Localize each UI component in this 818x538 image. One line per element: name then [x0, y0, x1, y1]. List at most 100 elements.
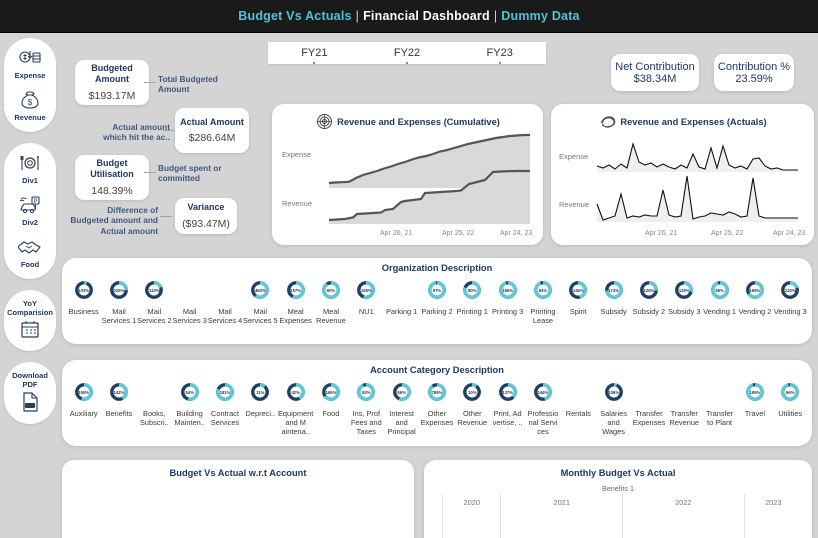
kpi-card-budgeted-amount[interactable]: Budgeted Amount $193.17M [75, 60, 149, 105]
gauge-ring: 129% [674, 280, 694, 300]
year-axis: 2020 2021 2022 2023 [442, 494, 802, 538]
organization-gauge-item[interactable]: 460% Mail Services 5 [243, 280, 278, 326]
account-category-gauge-item[interactable]: 165% Food [313, 382, 348, 437]
organization-gauge-item[interactable]: Mail Services 4 [207, 280, 243, 326]
account-category-gauge-item[interactable]: 54% Building Mainten.. [172, 382, 207, 437]
tab-fy22[interactable]: FY22 [361, 47, 454, 64]
gauge-percent: 460% [254, 287, 266, 293]
gauge-percent: 120% [784, 287, 796, 293]
sidebar-item-div2[interactable]: P Div2 [7, 193, 53, 228]
organization-gauge-item[interactable]: 80% Printing 1 [455, 280, 490, 326]
gauge-ring: 96% [780, 382, 800, 402]
organization-gauge-item[interactable]: 129% Subsidy 3 [667, 280, 702, 326]
kpi-card-budget-utilisation[interactable]: Budget Utilisation 148.39% [75, 155, 149, 200]
organization-gauge-item[interactable]: 146% Spirit [561, 280, 596, 326]
dining-plate-icon [17, 151, 43, 175]
panel-title: Account Category Description [370, 365, 504, 375]
gauge-label: Food [322, 409, 340, 418]
gauge-percent: 195% [749, 389, 761, 395]
organization-gauge-item[interactable]: 119% Mail Services 2 [137, 280, 172, 326]
gauge-label: Meal Revenue [316, 307, 346, 325]
account-category-gauge-item[interactable]: 146% Professio nal Servi ces [525, 382, 560, 437]
account-category-gauge-item[interactable]: Transfer to Plant [702, 382, 737, 437]
gauge-label: Other Expenses [420, 409, 454, 427]
gauge-label: Parking 1 [386, 307, 418, 316]
account-category-gauge-item[interactable]: 93% Ins, Prof Fees and Taxes [349, 382, 384, 437]
tab-label: FY23 [486, 47, 513, 59]
gauge-label: Mail Services 4 [207, 307, 243, 325]
sidebar-item-yoy-comparision[interactable]: YoY Comparision [7, 298, 53, 341]
account-category-gauge-item[interactable]: 137% Print, Ad vertise, .. [490, 382, 525, 437]
account-category-gauge-item[interactable]: 195% Travel [737, 382, 772, 437]
fiscal-year-tabs[interactable]: FY21 FY22 FY23 [268, 42, 546, 64]
sidebar-item-download-pdf[interactable]: Download PDF [7, 370, 53, 413]
account-category-gauge-item[interactable]: 96% Utilities [773, 382, 808, 437]
account-category-gauge-item[interactable]: 106% Salaries and Wages [596, 382, 631, 437]
organization-gauge-item[interactable]: 166% Vending 2 [737, 280, 772, 326]
kpi-card-variance[interactable]: Variance ($93.47M) [175, 198, 237, 234]
account-category-gauge-item[interactable]: 142% Benefits [101, 382, 136, 437]
account-category-gauge-item[interactable]: 789% Other Expenses [419, 382, 454, 437]
gauge-ring: 106% [604, 382, 624, 402]
kpi-title: Net Contribution [615, 60, 695, 73]
sidebar-group-yoy: YoY Comparision [4, 290, 56, 352]
account-category-gauge-item[interactable]: 155% Auxiliary [66, 382, 101, 437]
series-label: Benefits 1 [602, 484, 634, 493]
chart-title: Revenue and Expenses (Actuals) [620, 116, 767, 127]
account-category-gauge-item[interactable]: 181% Contract Services [207, 382, 242, 437]
organization-gauge-item[interactable]: 97% Parking 2 [419, 280, 454, 326]
organization-gauge-item[interactable]: 195% Printing 3 [490, 280, 525, 326]
gauge-percent: 94% [538, 287, 548, 293]
gauge-ring: 119% [144, 280, 164, 300]
account-category-gauge-item[interactable]: Rentals [561, 382, 596, 437]
sidebar-item-revenue[interactable]: $ Revenue [7, 88, 53, 123]
panel-title: Organization Description [381, 263, 493, 273]
account-category-gauge-item[interactable]: Transfer Expenses [631, 382, 666, 437]
organization-gauge-item[interactable]: 157% Meal Expenses [278, 280, 313, 326]
gauge-ring [639, 382, 659, 402]
gauge-ring: 54% [180, 382, 200, 402]
page-title-part1: Budget Vs Actuals [238, 9, 352, 23]
account-category-gauge-item[interactable]: 42% Equipment and M aintena.. [278, 382, 313, 437]
kpi-value: 148.39% [91, 184, 133, 197]
organization-gauge-item[interactable]: 95% Vending 1 [702, 280, 737, 326]
actuals-chart-plot [596, 142, 798, 222]
organization-gauge-item[interactable]: 103% Business [66, 280, 101, 326]
organization-gauge-item[interactable]: Mail Services 3 [172, 280, 207, 326]
account-category-gauge-item[interactable]: 11% Depreci.. [243, 382, 278, 437]
organization-gauge-item[interactable]: 120% Vending 3 [773, 280, 808, 326]
pdf-file-icon [17, 390, 43, 414]
account-category-gauge-item[interactable]: Books, Subscri.. [137, 382, 172, 437]
sidebar-item-label: Food [20, 259, 40, 269]
organization-gauge-item[interactable]: 94% Printing Lease [525, 280, 560, 326]
sidebar-item-expense[interactable]: Expense [7, 46, 53, 81]
tab-fy21[interactable]: FY21 [268, 47, 361, 64]
organization-gauge-item[interactable]: 90% Meal Revenue [313, 280, 348, 326]
kpi-card-net-contribution[interactable]: Net Contribution $38.34M [611, 54, 699, 91]
tab-fy23[interactable]: FY23 [453, 47, 546, 64]
chart-header: Revenue and Expenses (Actuals) [551, 104, 814, 131]
kpi-card-actual-amount[interactable]: Actual Amount $286.64M [175, 108, 249, 153]
organization-gauge-item[interactable]: 225% Mail Services 1 [101, 280, 136, 326]
organization-gauge-item[interactable]: 126% Subsidy 2 [631, 280, 666, 326]
organization-gauge-item[interactable]: Parking 1 [384, 280, 419, 326]
kpi-value: ($93.47M) [182, 217, 230, 230]
account-category-gauge-item[interactable]: Transfer Revenue [667, 382, 702, 437]
gauge-percent: 96% [786, 389, 795, 395]
gauge-label: Business [68, 307, 99, 316]
account-category-gauge-item[interactable]: 56% Interest and Principal [384, 382, 419, 437]
sidebar-item-div1[interactable]: Div1 [7, 151, 53, 186]
account-category-gauge-item[interactable]: 10% Other Revenue [455, 382, 490, 437]
gauge-ring: 157% [286, 280, 306, 300]
sidebar-item-food[interactable]: Food [7, 235, 53, 270]
gauge-label: Spirit [569, 307, 587, 316]
account-category-gauge-list: 155% Auxiliary 142% Benefits Books, Subscri.… [66, 382, 808, 437]
kpi-card-contribution-percent[interactable]: Contribution % 23.59% [714, 54, 794, 91]
gauge-label: Interest and Principal [387, 409, 416, 436]
chart-tick: Apr 24, 23 [500, 230, 533, 237]
scribble-doodle-icon [598, 112, 617, 131]
gauge-ring [710, 382, 730, 402]
organization-gauge-item[interactable]: 155% NU1 [349, 280, 384, 326]
organization-gauge-item[interactable]: 173% Subsidy [596, 280, 631, 326]
tab-label: FY22 [393, 47, 421, 59]
